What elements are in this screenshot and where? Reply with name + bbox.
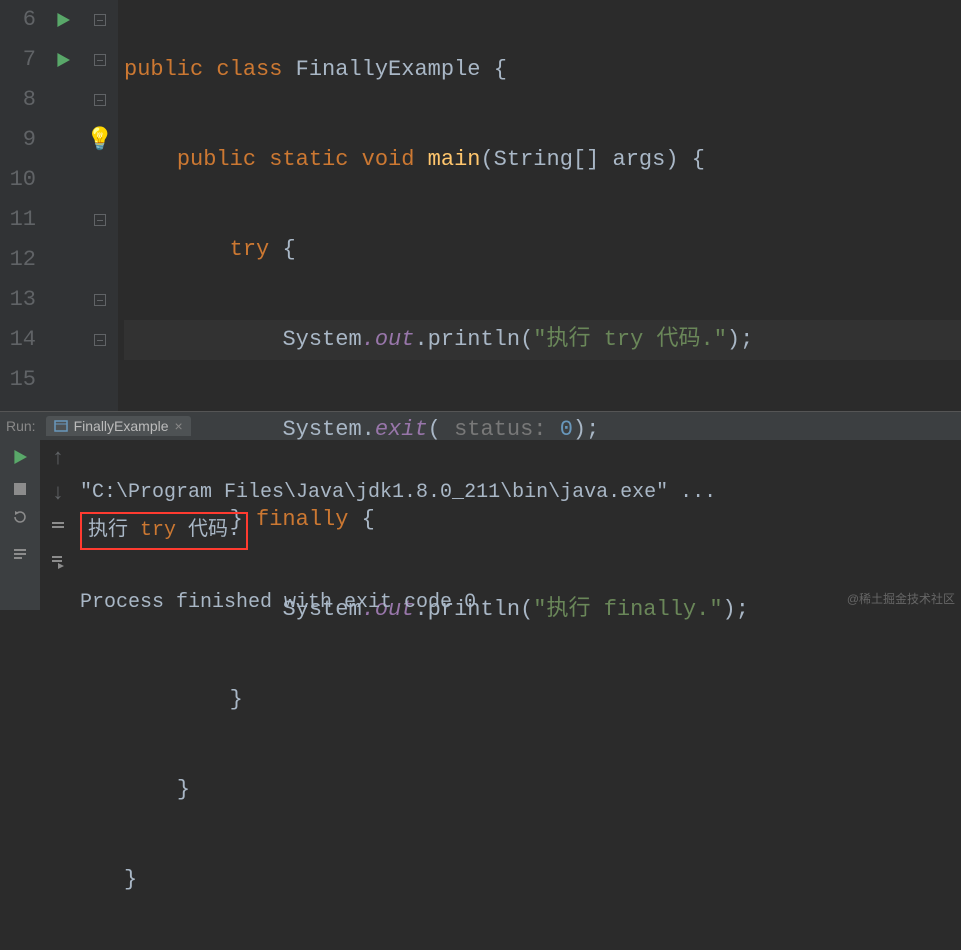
line-number: 9: [0, 120, 36, 160]
fold-end-icon[interactable]: [82, 320, 118, 360]
run-line-icon[interactable]: [44, 40, 82, 80]
code-line: }: [124, 860, 961, 900]
close-icon[interactable]: ×: [175, 418, 183, 434]
code-line: public static void main(String[] args) {: [124, 140, 961, 180]
application-icon: [54, 419, 68, 433]
run-line-icon[interactable]: [44, 0, 82, 40]
run-tab[interactable]: FinallyExample ×: [46, 416, 191, 436]
console-toolbar: ↑ ↓: [40, 440, 76, 610]
line-number-gutter: 6 7 8 9 10 11 12 13 14 15: [0, 0, 44, 411]
scroll-down-icon[interactable]: ↓: [51, 481, 64, 506]
debug-restart-icon[interactable]: [12, 507, 28, 532]
code-line: try {: [124, 230, 961, 270]
exit-code-line: Process finished with exit code 0: [80, 591, 476, 614]
fold-end-icon[interactable]: [82, 280, 118, 320]
fold-gutter: 💡: [82, 0, 118, 411]
code-line: }: [124, 680, 961, 720]
code-line: }: [124, 770, 961, 810]
line-number: 14: [0, 320, 36, 360]
line-number: 11: [0, 200, 36, 240]
console-command-line: "C:\Program Files\Java\jdk1.8.0_211\bin\…: [80, 481, 716, 504]
line-number: 15: [0, 360, 36, 400]
line-number: 6: [0, 0, 36, 40]
layout-settings-icon[interactable]: [12, 544, 28, 569]
run-gutter: [44, 0, 82, 411]
code-area[interactable]: public class FinallyExample { public sta…: [118, 0, 961, 411]
fold-toggle-icon[interactable]: [82, 40, 118, 80]
run-tool-window: Run: FinallyExample × ↑ ↓ "C:\Program Fi…: [0, 411, 961, 609]
fold-toggle-icon[interactable]: [82, 200, 118, 240]
scroll-up-icon[interactable]: ↑: [51, 446, 64, 471]
line-number: 8: [0, 80, 36, 120]
line-number: 7: [0, 40, 36, 80]
run-toolbar: [0, 440, 40, 610]
soft-wrap-icon[interactable]: [50, 516, 66, 541]
run-label: Run:: [6, 418, 36, 434]
intention-bulb-icon[interactable]: 💡: [82, 120, 118, 160]
watermark-text: @稀土掘金技术社区: [847, 590, 955, 607]
line-number: 10: [0, 160, 36, 200]
highlighted-output: 执行 try 代码.: [80, 512, 248, 550]
rerun-icon[interactable]: [13, 446, 27, 471]
fold-toggle-icon[interactable]: [82, 0, 118, 40]
console-output[interactable]: "C:\Program Files\Java\jdk1.8.0_211\bin\…: [76, 440, 961, 610]
fold-toggle-icon[interactable]: [82, 80, 118, 120]
code-line: public class FinallyExample {: [124, 50, 961, 90]
code-editor: 6 7 8 9 10 11 12 13 14 15 💡 public class…: [0, 0, 961, 411]
code-line: System.out.println("执行 try 代码.");: [124, 320, 961, 360]
line-number: 12: [0, 240, 36, 280]
scroll-to-end-icon[interactable]: [50, 551, 66, 576]
run-tab-label: FinallyExample: [74, 418, 169, 434]
line-number: 13: [0, 280, 36, 320]
stop-icon[interactable]: [14, 483, 26, 495]
